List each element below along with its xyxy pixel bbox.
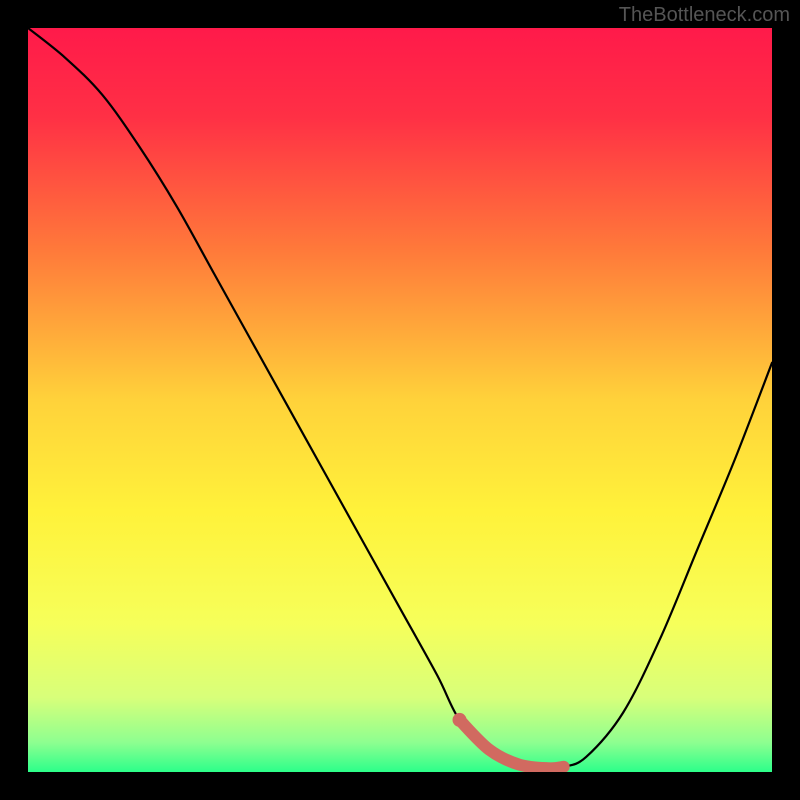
bottom-highlight-marker xyxy=(460,720,564,768)
watermark-text: TheBottleneck.com xyxy=(619,4,790,27)
curve-layer xyxy=(28,28,772,772)
chart-frame: TheBottleneck.com xyxy=(0,0,800,800)
highlight-start-dot xyxy=(453,713,467,727)
plot-area xyxy=(28,28,772,772)
bottleneck-curve xyxy=(28,28,772,768)
